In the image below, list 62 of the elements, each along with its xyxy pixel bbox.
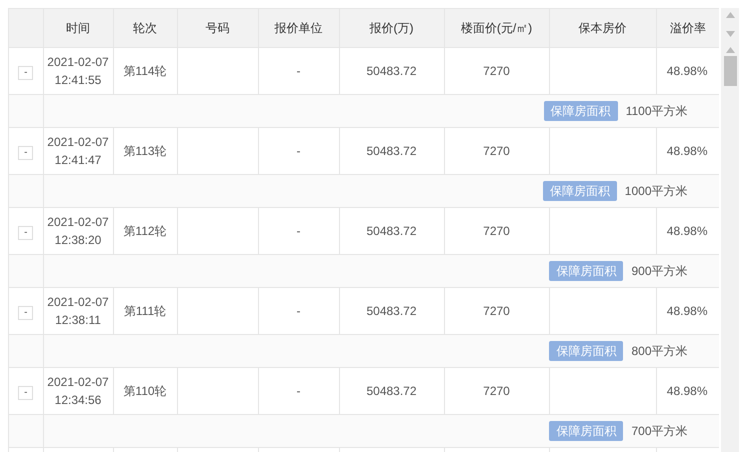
scroll-up-icon[interactable] [726,12,734,18]
date-text: 2021-02-07 [47,134,109,150]
round-cell: 第112轮 [123,224,167,238]
area-text: 900平方米 [631,262,688,280]
price-cell: 50483.72 [366,384,417,398]
column-header: 报价单位 [274,20,322,35]
time-text: 12:34:56 [54,392,102,408]
area-text: 800平方米 [631,342,688,360]
scroll-up-icon[interactable] [726,47,734,53]
tag-label: 保障房面积 [549,340,624,360]
floor-price-cell: 7270 [483,224,510,238]
round-cell: 第113轮 [123,144,167,158]
column-header: 保本房价 [578,20,626,35]
collapse-button[interactable]: - [18,306,34,320]
time-text: 12:41:55 [54,72,102,88]
premium-cell: 48.98% [666,144,708,158]
column-header: 溢价率 [670,20,706,35]
scroll-down-icon[interactable] [726,31,734,37]
round-cell: 第111轮 [124,304,166,318]
unit-cell: - [296,64,300,78]
price-cell: 50483.72 [366,144,417,158]
collapse-button[interactable]: - [18,226,34,240]
collapse-button[interactable]: - [18,386,34,400]
column-header: 报价(万) [370,20,414,35]
premium-cell: 48.98% [666,224,708,238]
floor-price-cell: 7270 [483,384,510,398]
price-cell: 50483.72 [366,304,417,318]
tag-label: 保障房面积 [544,100,618,120]
floor-price-cell: 7270 [483,144,510,158]
column-header: 楼面价(元/㎡) [460,20,532,35]
tag-label: 保障房面积 [549,260,624,280]
time-text: 12:38:20 [54,232,102,248]
collapse-button[interactable]: - [18,146,34,160]
area-text: 1000平方米 [624,182,688,200]
unit-cell: - [296,384,300,398]
column-header: 轮次 [133,20,157,35]
tag-label: 保障房面积 [542,180,617,200]
tag-label: 保障房面积 [549,420,624,440]
unit-cell: - [296,144,300,158]
date-text: 2021-02-07 [47,54,109,70]
area-text: 1100平方米 [626,102,688,120]
round-cell: 第114轮 [123,64,167,78]
scrollbar-thumb[interactable] [724,56,736,86]
unit-cell: - [296,224,300,238]
time-text: 12:41:47 [54,152,102,168]
premium-cell: 48.98% [666,304,708,318]
column-header: 时间 [66,20,90,35]
collapse-button[interactable]: - [18,66,34,80]
premium-cell: 48.98% [666,64,708,78]
floor-price-cell: 7270 [483,64,510,78]
round-cell: 第110轮 [123,384,167,398]
date-text: 2021-02-07 [47,294,109,310]
column-header: 号码 [206,20,230,35]
price-cell: 50483.72 [366,64,417,78]
date-text: 2021-02-07 [47,214,109,230]
time-text: 12:38:11 [55,312,101,328]
date-text: 2021-02-07 [47,374,109,390]
floor-price-cell: 7270 [483,304,510,318]
premium-cell: 48.98% [666,384,708,398]
unit-cell: - [296,304,300,318]
area-text: 700平方米 [631,422,688,440]
price-cell: 50483.72 [366,224,417,238]
